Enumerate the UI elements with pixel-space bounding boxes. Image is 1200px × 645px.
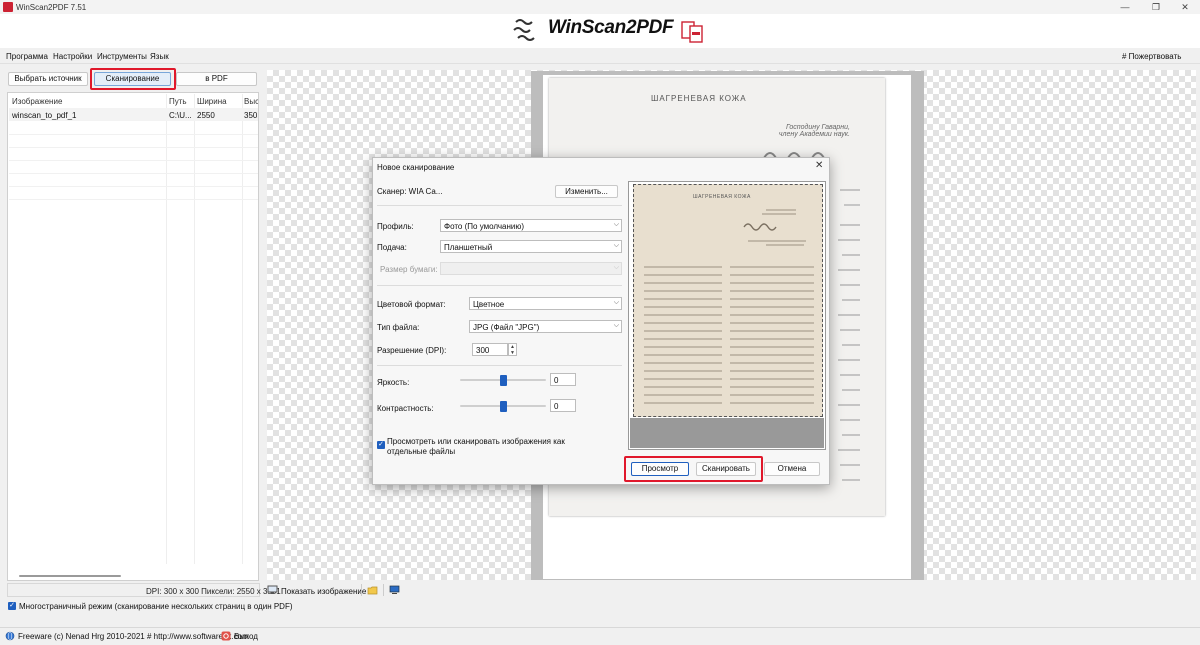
app-icon	[3, 2, 13, 12]
column-header-path[interactable]: Путь	[169, 97, 187, 106]
separate-files-label: Просмотреть или сканировать изображения …	[387, 437, 565, 456]
brightness-slider-thumb[interactable]	[499, 375, 507, 386]
profile-value: Фото (По умолчанию)	[444, 222, 525, 231]
paper-size-select: ⌵	[440, 262, 622, 275]
contrast-slider-thumb[interactable]	[499, 401, 507, 412]
dialog-buttons-highlight	[624, 456, 763, 482]
exit-button[interactable]: Выход	[234, 632, 258, 641]
monitor-icon	[267, 585, 278, 594]
multipage-checkbox[interactable]: ✓	[8, 602, 16, 610]
show-image-button[interactable]: Показать изображение	[281, 587, 366, 596]
column-divider	[242, 94, 243, 564]
preview-empty-area	[630, 418, 824, 448]
feed-select[interactable]: Планшетный ⌵	[440, 240, 622, 253]
chevron-down-icon: ⌵	[613, 299, 619, 306]
logo-text: WinScan2PDF	[548, 17, 674, 38]
brightness-label: Яркость:	[377, 378, 410, 387]
globe-icon	[5, 631, 15, 641]
multipage-label: Многостраничный режим (сканирование неск…	[19, 602, 293, 611]
scan-button-highlight	[90, 68, 176, 90]
column-header-height[interactable]: Высо	[244, 97, 258, 106]
menu-bar	[0, 48, 1200, 64]
minimize-button[interactable]: —	[1110, 0, 1140, 14]
contrast-input[interactable]: 0	[550, 399, 576, 412]
exit-icon[interactable]	[221, 631, 231, 641]
cancel-button[interactable]: Отмена	[764, 462, 820, 476]
profile-label: Профиль:	[377, 222, 414, 231]
change-scanner-button[interactable]: Изменить...	[555, 185, 618, 198]
to-pdf-button[interactable]: в PDF	[176, 72, 257, 86]
cell-height: 3501	[244, 111, 258, 120]
folder-icon[interactable]	[367, 585, 378, 595]
profile-select[interactable]: Фото (По умолчанию) ⌵	[440, 219, 622, 232]
dialog-title: Новое сканирование	[377, 163, 455, 172]
document-heading: ШАГРЕНЕВАЯ КОЖА	[651, 94, 747, 103]
column-header-width[interactable]: Ширина	[197, 97, 227, 106]
cell-image-name: winscan_to_pdf_1	[12, 111, 77, 120]
title-bar	[0, 0, 1200, 14]
resolution-input[interactable]: 300	[472, 343, 508, 356]
select-source-button[interactable]: Выбрать источник	[8, 72, 88, 86]
scanner-logo-icon	[513, 19, 535, 41]
feed-value: Планшетный	[444, 243, 493, 252]
column-divider	[166, 94, 167, 564]
paper-size-label: Размер бумаги:	[380, 265, 438, 274]
file-type-select[interactable]: JPG (Файл "JPG") ⌵	[469, 320, 622, 333]
chevron-down-icon: ⌵	[613, 264, 619, 271]
file-type-label: Тип файла:	[377, 323, 420, 332]
resolution-spinner[interactable]: ▲ ▼	[508, 343, 517, 356]
cell-path: C:\U...	[169, 111, 192, 120]
dpi-info: DPI: 300 x 300 Пиксели: 2550 x 3501	[146, 587, 281, 596]
chevron-down-icon: ⌵	[613, 221, 619, 228]
menu-tools[interactable]: Инструменты	[97, 52, 147, 61]
window-title: WinScan2PDF 7.51	[16, 3, 87, 12]
menu-settings[interactable]: Настройки	[53, 52, 92, 61]
copyright-link[interactable]: Freeware (c) Nenad Hrg 2010-2021 # http:…	[18, 632, 249, 641]
column-header-image[interactable]: Изображение	[12, 97, 62, 106]
resolution-label: Разрешение (DPI):	[377, 346, 447, 355]
document-text-lines	[838, 189, 860, 481]
brightness-input[interactable]: 0	[550, 373, 576, 386]
pdf-logo-icon	[681, 21, 703, 43]
dialog-close-icon[interactable]: ✕	[815, 160, 823, 171]
menu-program[interactable]: Программа	[6, 52, 48, 61]
preview-heading: ШАГРЕНЕВАЯ КОЖА	[693, 194, 751, 200]
horizontal-scrollbar[interactable]	[19, 575, 121, 577]
close-button[interactable]: ✕	[1170, 0, 1200, 14]
menu-language[interactable]: Язык	[150, 52, 169, 61]
donate-link[interactable]: # Пожертвовать	[1122, 52, 1181, 61]
feed-label: Подача:	[377, 243, 407, 252]
chevron-down-icon: ⌵	[613, 242, 619, 249]
color-format-label: Цветовой формат:	[377, 300, 446, 309]
color-format-select[interactable]: Цветное ⌵	[469, 297, 622, 310]
maximize-button[interactable]: ❐	[1141, 0, 1171, 14]
document-epigraph: Господину Гаварни, члену Академии наук.	[778, 124, 850, 138]
column-divider	[194, 94, 195, 564]
image-list[interactable]	[7, 92, 259, 581]
screen-icon[interactable]	[389, 585, 400, 595]
cell-width: 2550	[197, 111, 215, 120]
file-type-value: JPG (Файл "JPG")	[473, 323, 540, 332]
preview-text-lines	[644, 209, 814, 404]
chevron-down-icon: ⌵	[613, 322, 619, 329]
separate-files-checkbox[interactable]: ✓	[377, 441, 385, 449]
scanner-label: Сканер: WIA Ca...	[377, 187, 443, 196]
contrast-label: Контрастность:	[377, 404, 434, 413]
color-format-value: Цветное	[473, 300, 505, 309]
